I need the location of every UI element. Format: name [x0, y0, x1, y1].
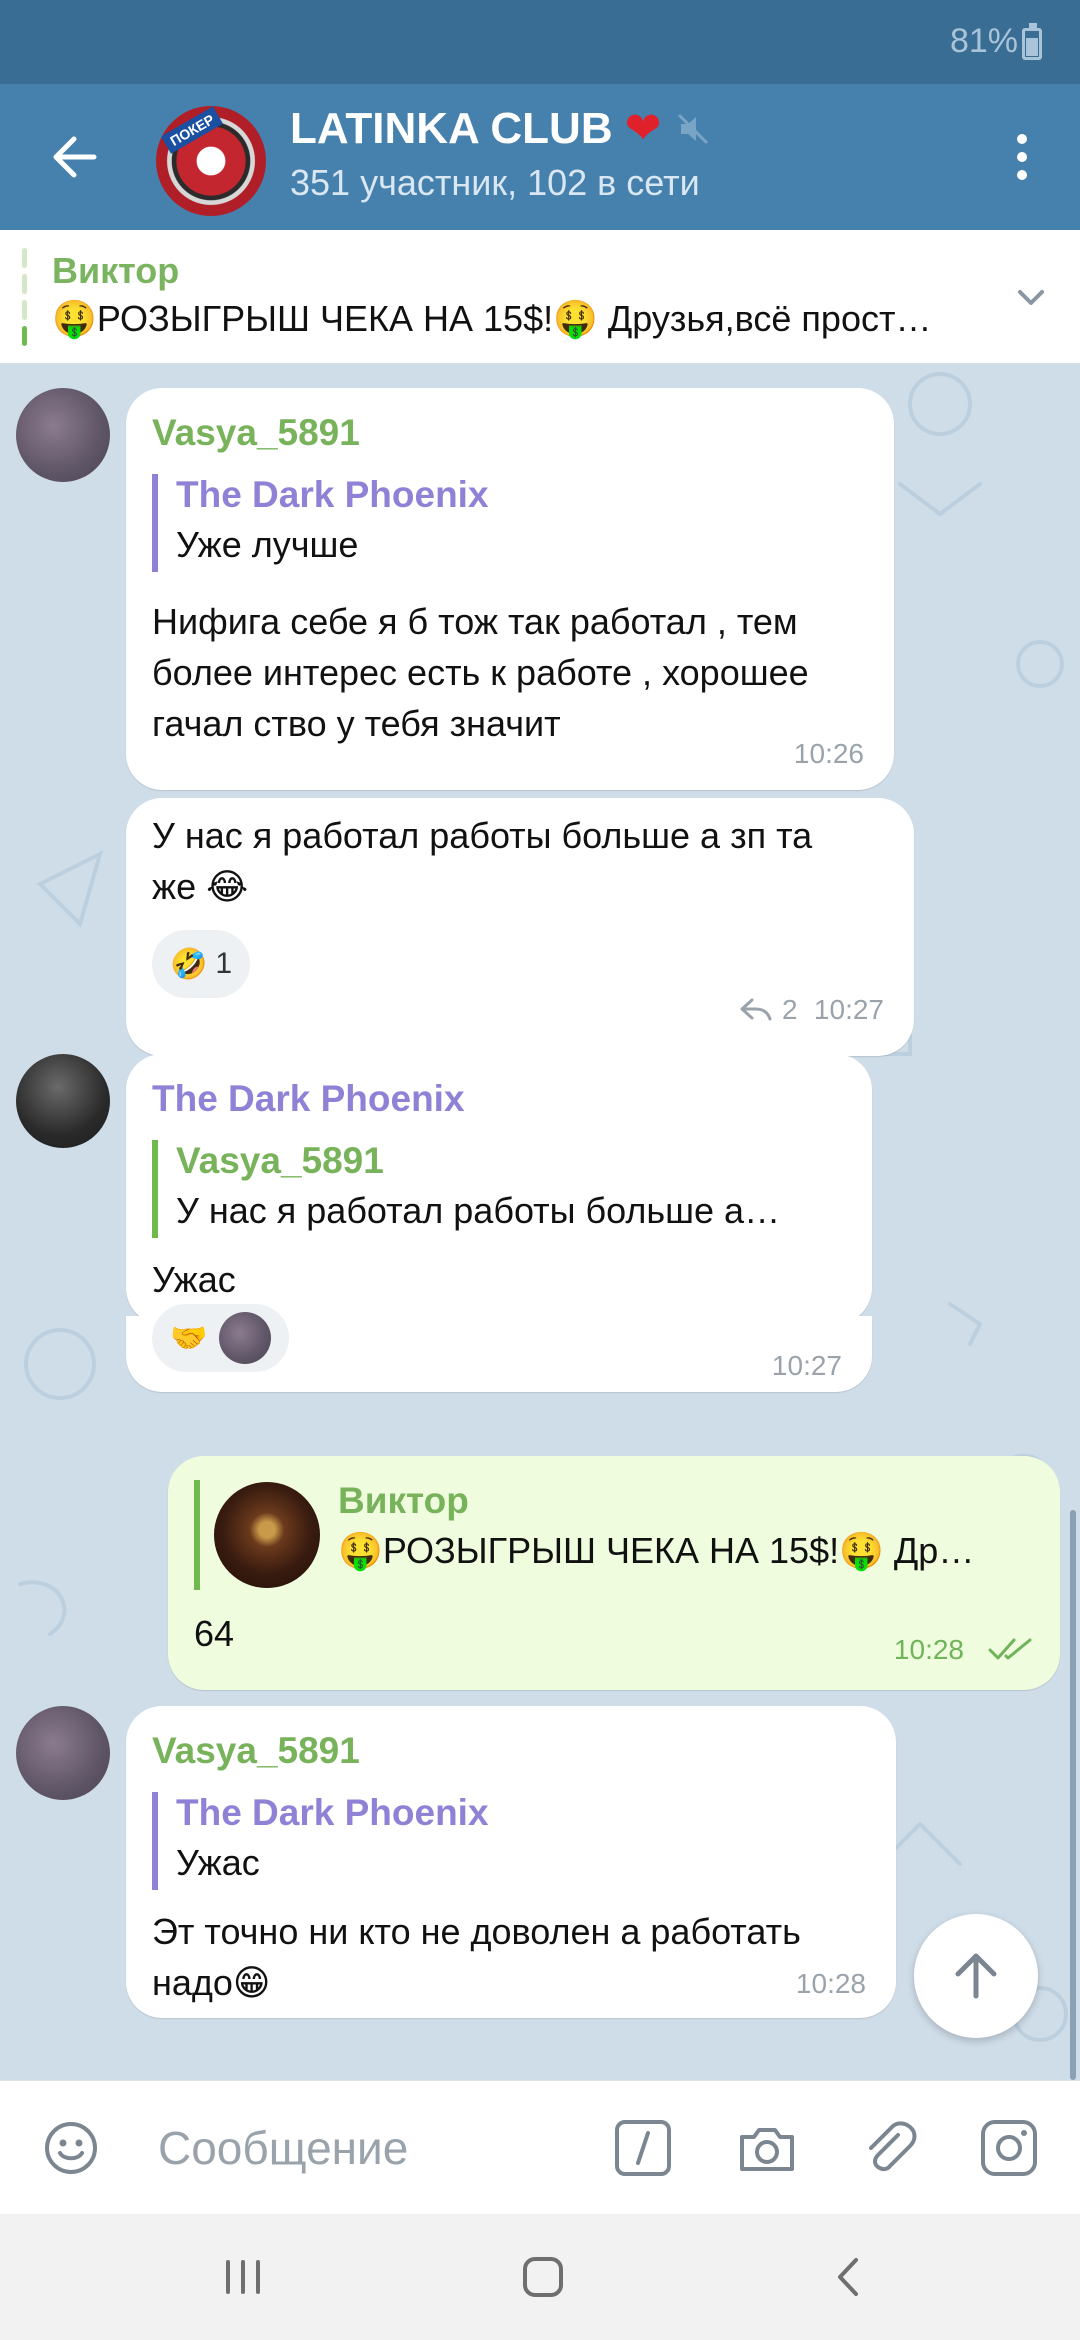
arrow-up-icon — [955, 1953, 997, 1999]
sender-name[interactable]: The Dark Phoenix — [152, 1078, 465, 1120]
message-time: 10:28 — [893, 1634, 964, 1665]
reply-quote[interactable]: Vasya_5891 У нас я работал работы больше… — [152, 1140, 842, 1238]
chevron-down-icon[interactable] — [1008, 274, 1054, 320]
avatar-label: ПОКЕР — [161, 106, 224, 154]
arrow-left-icon[interactable] — [42, 124, 108, 190]
paperclip-icon[interactable] — [858, 2117, 920, 2179]
back-nav-icon[interactable] — [824, 2252, 874, 2302]
avatar[interactable] — [16, 1706, 110, 1800]
message-input-bar: Сообщение — [0, 2080, 1080, 2214]
more-vertical-icon[interactable] — [992, 124, 1052, 190]
reply-author: The Dark Phoenix — [176, 1792, 489, 1833]
camera-icon[interactable] — [736, 2117, 798, 2179]
instagram-icon[interactable] — [978, 2117, 1040, 2179]
message-input[interactable]: Сообщение — [158, 2121, 408, 2175]
reaction-chip[interactable]: 🤝 — [152, 1304, 290, 1372]
group-avatar[interactable]: ПОКЕР — [156, 106, 266, 216]
slash-command-icon[interactable] — [612, 2117, 674, 2179]
reply-author: The Dark Phoenix — [176, 474, 489, 515]
pinned-message-bar[interactable]: Виктор 🤑РОЗЫГРЫШ ЧЕКА НА 15$!🤑 Друзья,вс… — [0, 230, 1080, 364]
message-text: Нифига себе я б тож так работал , тем бо… — [152, 601, 809, 744]
scrollbar[interactable] — [1070, 1510, 1076, 2080]
message-bubble-outgoing[interactable]: Виктор 🤑РОЗЫГРЫШ ЧЕКА НА 15$!🤑 Др… 64 10… — [168, 1456, 1060, 1690]
battery-percent: 81% — [949, 22, 1018, 60]
message-time: 10:26 — [793, 738, 864, 769]
message-text: У нас я работал работы больше а зп та же… — [152, 815, 813, 907]
system-navigation-bar — [0, 2214, 1080, 2340]
message-time: 10:27 — [813, 994, 884, 1025]
recent-apps-icon[interactable] — [218, 2252, 268, 2302]
reply-text: Уже лучше — [176, 524, 359, 565]
message-bubble[interactable]: Vasya_5891 The Dark Phoenix Ужас Эт точн… — [126, 1706, 896, 2018]
reply-text: 🤑РОЗЫГРЫШ ЧЕКА НА 15$!🤑 Др… — [338, 1530, 975, 1571]
message-bubble[interactable]: Vasya_5891 The Dark Phoenix Уже лучше Ни… — [126, 388, 894, 790]
chat-title-row[interactable]: LATINKA CLUB ❤ — [290, 104, 713, 154]
message-list[interactable]: Vasya_5891 The Dark Phoenix Уже лучше Ни… — [0, 364, 1080, 2080]
status-bar: 81% — [0, 0, 1080, 84]
reaction-count: 1 — [215, 947, 233, 980]
mute-icon — [678, 113, 709, 145]
reply-text: Ужас — [176, 1842, 260, 1883]
battery-icon — [1022, 23, 1042, 60]
sender-name[interactable]: Vasya_5891 — [152, 412, 360, 454]
chat-title: LATINKA CLUB — [290, 104, 613, 153]
message-text: 64 — [194, 1613, 235, 1654]
message-bubble[interactable]: The Dark Phoenix Vasya_5891 У нас я рабо… — [126, 1054, 872, 1324]
pinned-indicator — [22, 248, 27, 346]
smiley-icon[interactable] — [40, 2117, 102, 2179]
reaction-emoji: 🤣 — [170, 947, 208, 981]
home-icon[interactable] — [518, 2252, 568, 2302]
reply-count: 2 — [782, 994, 798, 1025]
avatar[interactable] — [16, 1054, 110, 1148]
reaction-chip[interactable]: 🤣 1 — [152, 930, 251, 998]
message-bubble-footer: 🤝 10:27 — [126, 1304, 872, 1392]
message-time: 10:27 — [771, 1350, 842, 1381]
avatar[interactable] — [16, 388, 110, 482]
sender-name[interactable]: Vasya_5891 — [152, 1730, 360, 1772]
reaction-emoji: 🤝 — [170, 1321, 208, 1355]
pinned-text: 🤑РОЗЫГРЫШ ЧЕКА НА 15$!🤑 Друзья,всё прост… — [52, 298, 932, 339]
message-text: Ужас — [152, 1259, 236, 1300]
message-bubble[interactable]: У нас я работал работы больше а зп та же… — [126, 798, 914, 1056]
reaction-avatar — [219, 1312, 272, 1364]
reply-quote[interactable]: The Dark Phoenix Уже лучше — [152, 474, 852, 572]
message-time: 10:28 — [795, 1968, 866, 1999]
message-text: Эт точно ни кто не доволен а работать на… — [152, 1911, 801, 2003]
scroll-to-bottom-button[interactable] — [914, 1914, 1038, 2038]
reply-quote[interactable]: Виктор 🤑РОЗЫГРЫШ ЧЕКА НА 15$!🤑 Др… — [194, 1480, 1024, 1590]
heart-icon: ❤ — [624, 104, 662, 153]
reply-arrow-icon — [740, 998, 772, 1021]
reply-quote[interactable]: The Dark Phoenix Ужас — [152, 1792, 852, 1890]
reply-thumbnail — [214, 1482, 320, 1588]
chat-header: ПОКЕР LATINKA CLUB ❤ 351 участник, 102 в… — [0, 84, 1080, 230]
pinned-sender: Виктор — [52, 250, 180, 291]
reply-author: Виктор — [338, 1480, 469, 1521]
chat-subtitle: 351 участник, 102 в сети — [290, 162, 700, 203]
double-check-icon — [988, 1638, 1032, 1660]
reply-text: У нас я работал работы больше а… — [176, 1190, 781, 1231]
reply-author: Vasya_5891 — [176, 1140, 384, 1181]
